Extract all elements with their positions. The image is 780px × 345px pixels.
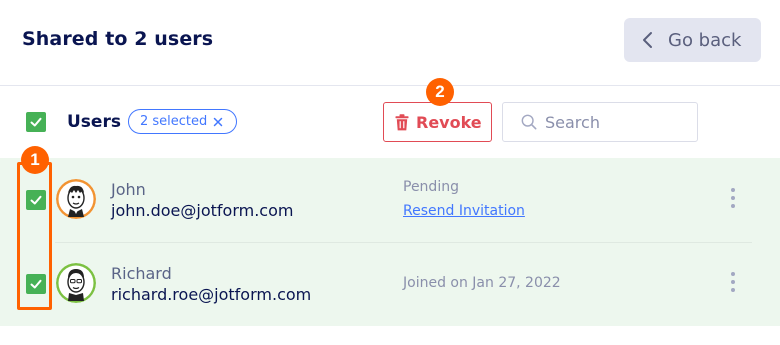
avatar-richard-icon bbox=[56, 263, 96, 303]
page-header: Shared to 2 users Go back bbox=[0, 0, 780, 86]
chevron-left-icon bbox=[643, 32, 652, 48]
annotation-highlight-box bbox=[17, 162, 52, 310]
select-all-checkbox[interactable] bbox=[26, 112, 46, 132]
user-name: Richard bbox=[111, 264, 172, 283]
revoke-label: Revoke bbox=[416, 112, 482, 132]
search-icon bbox=[521, 114, 537, 130]
clear-selection-icon[interactable] bbox=[213, 117, 223, 127]
revoke-button[interactable]: Revoke bbox=[383, 102, 492, 142]
annotation-marker-1: 1 bbox=[21, 146, 49, 174]
user-status: Joined on Jan 27, 2022 bbox=[403, 275, 561, 291]
go-back-button[interactable]: Go back bbox=[624, 18, 761, 62]
annotation-marker-2: 2 bbox=[426, 78, 454, 106]
user-row-richard[interactable]: Richard richard.roe@jotform.com Joined o… bbox=[0, 242, 780, 326]
trash-icon bbox=[395, 113, 409, 130]
user-list: John john.doe@jotform.com Pending Resend… bbox=[0, 158, 780, 326]
selected-count-text: 2 selected bbox=[140, 114, 208, 129]
user-row-john[interactable]: John john.doe@jotform.com Pending Resend… bbox=[0, 158, 780, 243]
users-label: Users bbox=[67, 112, 121, 132]
user-status: Pending bbox=[403, 179, 459, 195]
search-input[interactable] bbox=[543, 111, 697, 133]
user-email: john.doe@jotform.com bbox=[111, 201, 294, 220]
user-email: richard.roe@jotform.com bbox=[111, 285, 312, 304]
more-options-icon[interactable] bbox=[728, 188, 738, 212]
user-name: John bbox=[111, 180, 146, 199]
page-title: Shared to 2 users bbox=[22, 28, 214, 50]
more-options-icon[interactable] bbox=[728, 272, 738, 296]
selected-count-badge[interactable]: 2 selected bbox=[128, 109, 237, 134]
checkmark-icon bbox=[30, 117, 42, 127]
search-box[interactable] bbox=[502, 102, 698, 142]
avatar-john-icon bbox=[56, 179, 96, 219]
go-back-label: Go back bbox=[668, 29, 742, 51]
resend-invitation-link[interactable]: Resend Invitation bbox=[403, 203, 525, 219]
